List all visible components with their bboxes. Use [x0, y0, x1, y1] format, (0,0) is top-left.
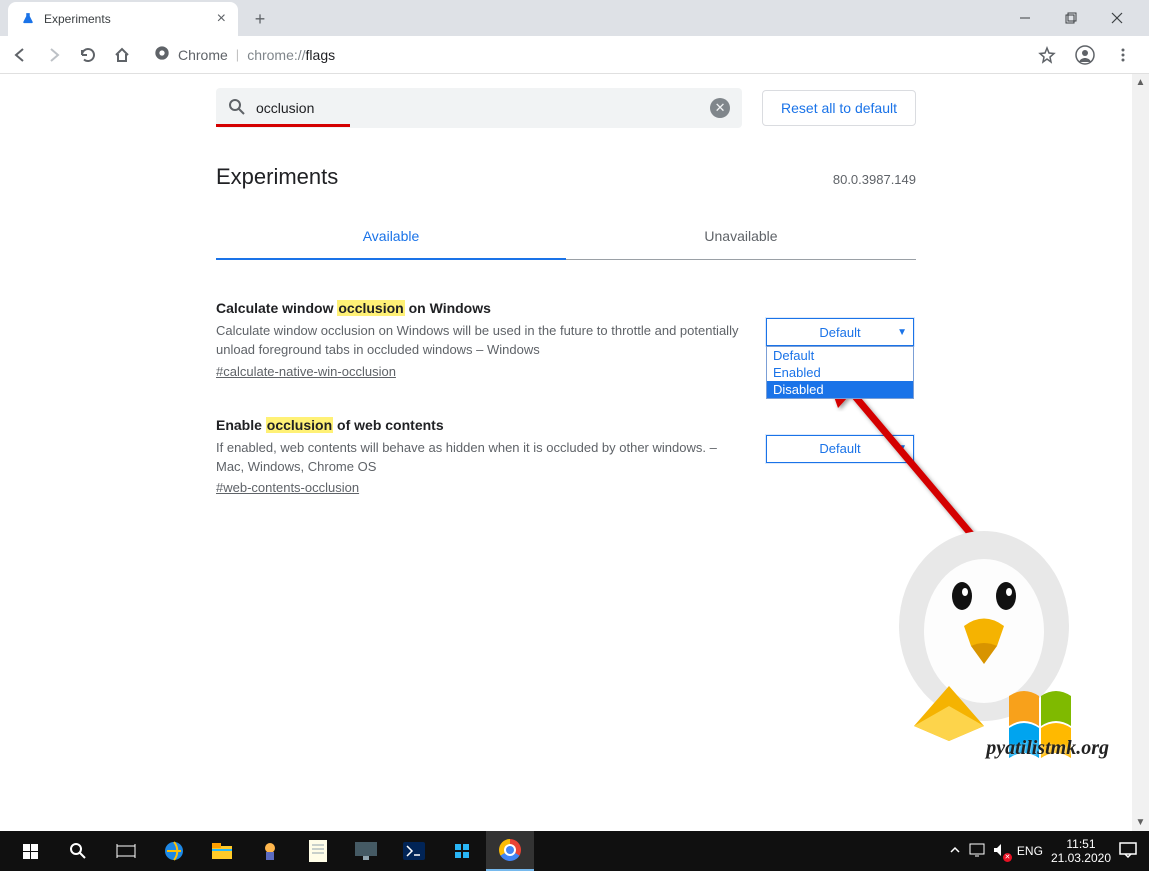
browser-toolbar: Chrome | chrome://flags [0, 36, 1149, 74]
minimize-button[interactable] [1011, 4, 1039, 32]
browser-tab[interactable]: Experiments × [8, 2, 238, 36]
flag-row: Calculate window occlusion on Windows Cal… [216, 300, 916, 379]
chrome-taskbar-icon[interactable] [486, 831, 534, 871]
back-button[interactable] [6, 41, 34, 69]
address-prefix: Chrome [178, 47, 228, 63]
tab-close-icon[interactable]: × [217, 11, 226, 27]
address-bar[interactable]: Chrome | chrome://flags [142, 45, 1027, 64]
tray-notifications-icon[interactable] [1119, 842, 1137, 861]
task-view-icon[interactable] [102, 831, 150, 871]
browser-tab-strip: Experiments × + [0, 0, 1149, 36]
search-input[interactable] [256, 100, 700, 116]
page-title: Experiments [216, 164, 338, 190]
version-label: 80.0.3987.149 [833, 172, 916, 187]
app-icon-3[interactable] [438, 831, 486, 871]
tray-volume-icon[interactable]: ✕ [993, 843, 1009, 860]
tab-title: Experiments [44, 12, 209, 26]
home-button[interactable] [108, 41, 136, 69]
tray-chevron-icon[interactable] [949, 844, 961, 859]
address-url: chrome://flags [247, 47, 335, 63]
notepad-icon[interactable] [294, 831, 342, 871]
clear-search-icon[interactable]: ✕ [710, 98, 730, 118]
new-tab-button[interactable]: + [246, 5, 274, 33]
ie-icon[interactable] [150, 831, 198, 871]
flask-icon [20, 11, 36, 27]
flag-description: Calculate window occlusion on Windows wi… [216, 322, 746, 360]
reload-button[interactable] [74, 41, 102, 69]
flag-row: Enable occlusion of web contents If enabl… [216, 417, 916, 496]
window-close-button[interactable] [1103, 4, 1131, 32]
chrome-icon [154, 45, 170, 64]
search-icon [228, 98, 246, 119]
bookmark-star-icon[interactable] [1033, 41, 1061, 69]
tab-available[interactable]: Available [216, 214, 566, 260]
flag-title: Enable occlusion of web contents [216, 417, 746, 433]
flag-dropdown: DefaultEnabledDisabled [766, 346, 914, 399]
flag-select[interactable]: Default▼ [766, 318, 914, 346]
dropdown-option[interactable]: Disabled [767, 381, 913, 398]
tray-network-icon[interactable] [969, 843, 985, 860]
menu-icon[interactable] [1109, 41, 1137, 69]
scroll-down-icon[interactable]: ▼ [1132, 814, 1149, 831]
flag-tabs: Available Unavailable [216, 214, 916, 260]
tab-unavailable[interactable]: Unavailable [566, 214, 916, 260]
tray-language[interactable]: ENG [1017, 844, 1043, 858]
annotation-underline [216, 124, 350, 127]
flag-description: If enabled, web contents will behave as … [216, 439, 746, 477]
start-button[interactable] [6, 831, 54, 871]
tray-clock[interactable]: 11:51 21.03.2020 [1051, 837, 1111, 866]
flag-anchor-link[interactable]: #calculate-native-win-occlusion [216, 364, 396, 379]
flag-title: Calculate window occlusion on Windows [216, 300, 746, 316]
windows-taskbar: ✕ ENG 11:51 21.03.2020 [0, 831, 1149, 871]
forward-button[interactable] [40, 41, 68, 69]
scroll-up-icon[interactable]: ▲ [1132, 74, 1149, 91]
vertical-scrollbar[interactable]: ▲ ▼ [1132, 74, 1149, 831]
app-icon-2[interactable] [342, 831, 390, 871]
explorer-icon[interactable] [198, 831, 246, 871]
profile-icon[interactable] [1071, 41, 1099, 69]
powershell-icon[interactable] [390, 831, 438, 871]
flag-select[interactable]: Default▼ [766, 435, 914, 463]
dropdown-option[interactable]: Default [767, 347, 913, 364]
search-taskbar-icon[interactable] [54, 831, 102, 871]
reset-all-button[interactable]: Reset all to default [762, 90, 916, 126]
search-flags-box[interactable]: ✕ [216, 88, 742, 128]
dropdown-option[interactable]: Enabled [767, 364, 913, 381]
maximize-button[interactable] [1057, 4, 1085, 32]
app-icon-1[interactable] [246, 831, 294, 871]
flag-anchor-link[interactable]: #web-contents-occlusion [216, 480, 359, 495]
